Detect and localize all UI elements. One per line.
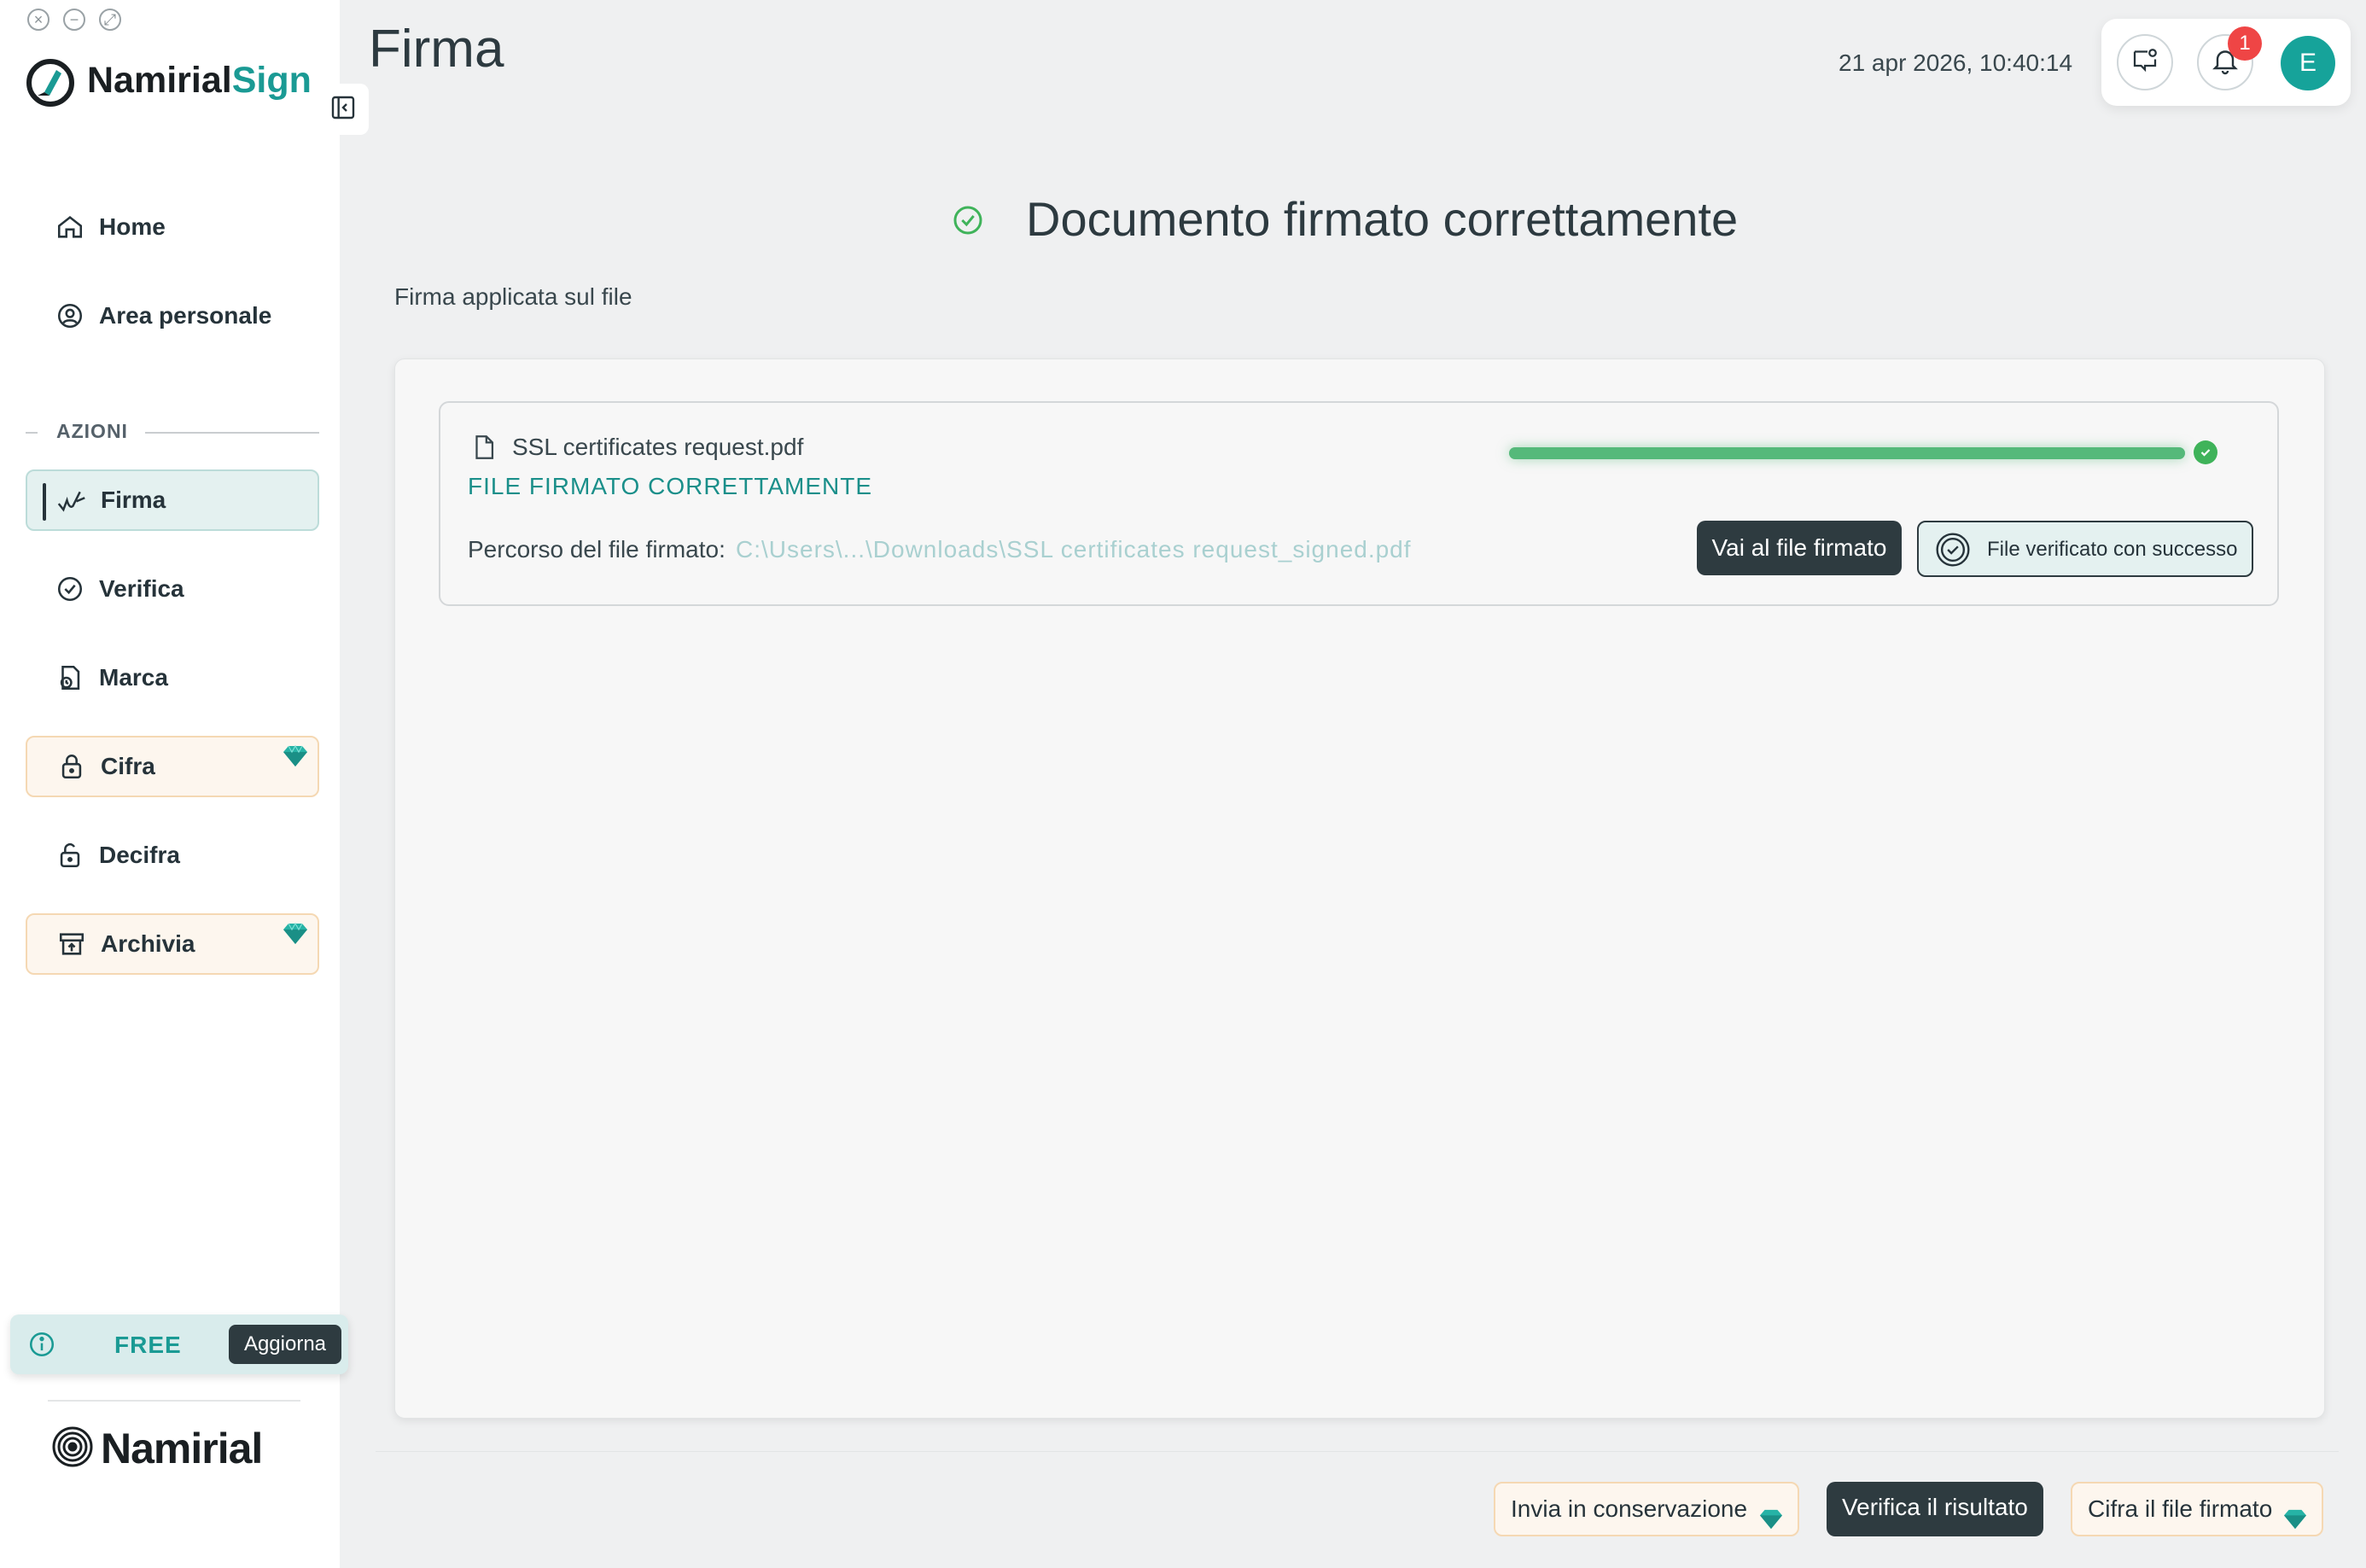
plan-banner: FREE Aggiorna	[10, 1314, 348, 1374]
chat-icon	[2130, 45, 2160, 80]
timestamp-icon	[55, 662, 85, 693]
sidebar-item-verifica[interactable]: Verifica	[26, 558, 319, 620]
messages-button[interactable]	[2117, 34, 2173, 90]
brand-suffix: Sign	[231, 60, 312, 101]
sidebar-item-label: Area personale	[99, 302, 272, 329]
sidebar-item-firma[interactable]: Firma	[26, 469, 319, 531]
success-title: Documento firmato correttamente	[1026, 192, 1739, 246]
user-circle-icon	[55, 300, 85, 331]
signature-icon	[56, 485, 87, 516]
sidebar-item-label: Home	[99, 213, 166, 240]
sidebar-item-home[interactable]: Home	[26, 196, 319, 258]
sidebar-item-cifra[interactable]: Cifra	[26, 736, 319, 797]
sidebar-item-area-personale[interactable]: Area personale	[26, 285, 319, 347]
premium-diamond-icon	[2282, 1497, 2308, 1548]
page-title: Firma	[369, 20, 504, 79]
plan-label: FREE	[114, 1332, 182, 1358]
sidebar-item-label: Marca	[99, 664, 168, 691]
go-to-signed-file-button[interactable]: Vai al file firmato	[1697, 521, 1902, 575]
file-name: SSL certificates request.pdf	[512, 434, 804, 460]
sidebar-item-label: Cifra	[101, 753, 155, 779]
close-window-icon[interactable]: ×	[27, 9, 50, 31]
sidebar: × − ⤢ NamirialSign Home Area personale A…	[0, 0, 348, 1568]
sidebar-item-label: Archivia	[101, 930, 195, 957]
sidebar-divider	[48, 1400, 300, 1402]
button-label: Verifica il risultato	[1842, 1494, 2028, 1520]
brand-prefix: Namirial	[87, 60, 232, 101]
subtitle: Firma applicata sul file	[394, 283, 632, 310]
app-logo-text: NamirialSign	[87, 60, 312, 102]
button-label: Invia in conservazione	[1511, 1495, 1748, 1522]
verified-check-icon	[1934, 531, 1972, 573]
datetime: 21 apr 2026, 10:40:14	[1839, 50, 2073, 76]
file-verified-button[interactable]: File verificato con successo	[1917, 521, 2253, 577]
premium-diamond-icon	[282, 744, 309, 772]
notification-count-badge: 1	[2228, 26, 2262, 61]
sidebar-item-decifra[interactable]: Decifra	[26, 825, 319, 886]
verified-button-label: File verificato con successo	[1987, 538, 2238, 561]
complete-check-icon	[2194, 440, 2217, 464]
sidebar-item-label: Decifra	[99, 842, 180, 868]
footer-divider	[376, 1451, 2339, 1452]
collapse-sidebar-button[interactable]	[318, 84, 369, 135]
namirial-sign-logo-icon	[26, 58, 75, 112]
maximize-window-icon[interactable]: ⤢	[99, 9, 121, 31]
sidebar-item-label: Firma	[101, 487, 166, 513]
send-to-conservation-button[interactable]: Invia in conservazione	[1494, 1482, 1799, 1536]
avatar[interactable]: E	[2281, 36, 2335, 90]
home-icon	[55, 212, 85, 242]
premium-diamond-icon	[282, 922, 309, 950]
sidebar-item-marca[interactable]: Marca	[26, 647, 319, 708]
sidebar-item-label: Verifica	[99, 575, 184, 602]
namirial-logo-icon	[51, 1425, 94, 1472]
sidebar-item-archivia[interactable]: Archivia	[26, 913, 319, 975]
lock-icon	[56, 751, 87, 782]
footer-brand: Namirial	[101, 1425, 263, 1472]
sidebar-toggle-icon	[329, 94, 357, 125]
archive-icon	[56, 929, 87, 959]
file-icon	[469, 432, 498, 467]
header-actions: 1 E	[2101, 19, 2351, 106]
upgrade-button[interactable]: Aggiorna	[229, 1325, 341, 1364]
section-divider	[26, 432, 38, 434]
file-result-card: SSL certificates request.pdf FILE FIRMAT…	[439, 401, 2279, 606]
path-label: Percorso del file firmato:	[468, 536, 726, 562]
premium-diamond-icon	[1758, 1497, 1784, 1548]
signed-file-path: C:\Users\...\Downloads\SSL certificates …	[736, 536, 1412, 562]
file-status: FILE FIRMATO CORRETTAMENTE	[468, 473, 873, 499]
progress-bar	[1509, 447, 2185, 459]
info-icon	[27, 1330, 56, 1363]
progress-fill	[1509, 447, 2185, 459]
verify-result-button[interactable]: Verifica il risultato	[1827, 1482, 2043, 1536]
button-label: Cifra il file firmato	[2088, 1495, 2273, 1522]
encrypt-signed-file-button[interactable]: Cifra il file firmato	[2071, 1482, 2323, 1536]
section-divider	[145, 432, 319, 434]
active-indicator	[43, 483, 46, 521]
minimize-window-icon[interactable]: −	[63, 9, 85, 31]
check-badge-icon	[55, 574, 85, 604]
section-label-azioni: AZIONI	[56, 420, 128, 442]
unlock-icon	[55, 840, 85, 871]
success-check-icon	[951, 203, 985, 242]
